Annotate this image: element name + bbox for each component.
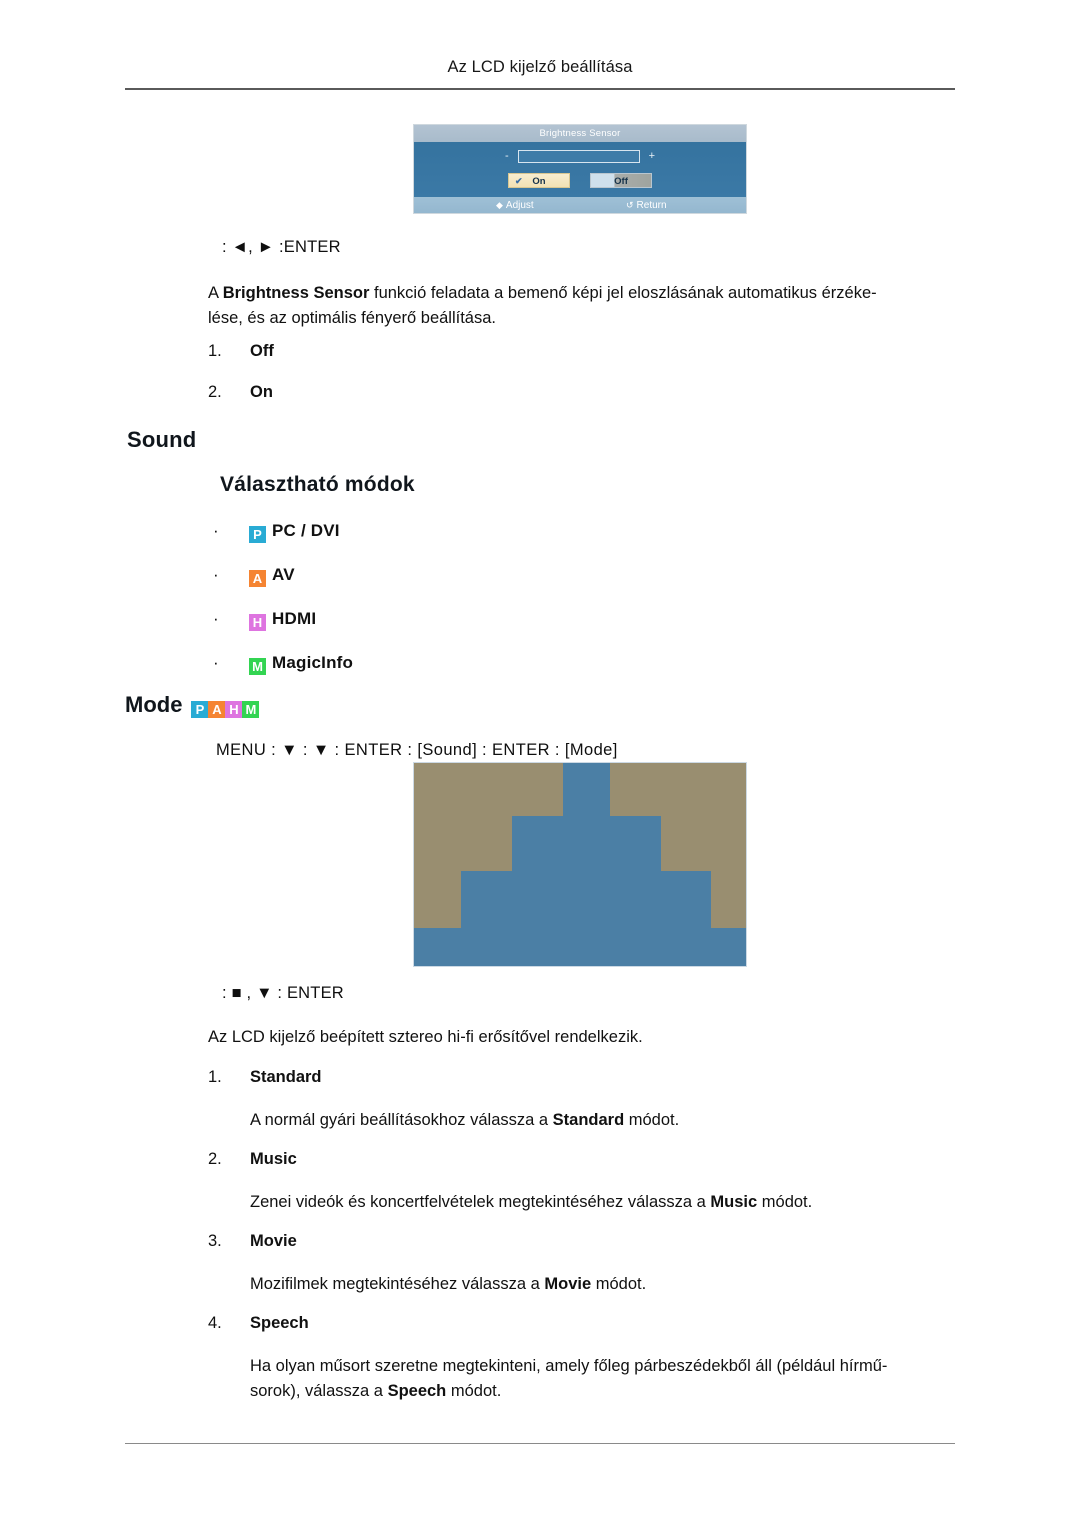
figure-block-mid <box>461 871 711 928</box>
pc-dvi-badge-icon: P <box>191 701 209 718</box>
sound-mode-item-3-num: 3. <box>208 1232 222 1250</box>
check-icon: ✔ <box>515 176 523 186</box>
osd-footer-return: ↺ Return <box>626 197 667 214</box>
osd-slider-track[interactable] <box>517 150 640 163</box>
sound-mode-desc-4-line1: Ha olyan műsort szeretne megtekinteni, a… <box>250 1357 888 1375</box>
mode-heading-label: Mode <box>125 692 183 717</box>
osd-button-row: ✔ On Off <box>414 173 746 188</box>
mode-label-magicinfo: MagicInfo <box>272 653 354 672</box>
brightness-option-2-num: 2. <box>208 383 222 401</box>
osd-brightness-sensor: Brightness Sensor - + ✔ On Off ◆ Adjust … <box>413 124 747 214</box>
magicinfo-badge-icon: M <box>249 658 266 675</box>
osd-off-button[interactable]: Off <box>590 173 652 188</box>
sound-mode-item-4-num: 4. <box>208 1314 222 1332</box>
section-heading-sound: Sound <box>127 427 197 452</box>
osd-body: - + ✔ On Off <box>414 142 746 197</box>
figure-block-base <box>414 928 746 966</box>
av-badge-icon: A <box>208 701 226 718</box>
sound-mode-item-2-num: 2. <box>208 1150 222 1168</box>
section-heading-mode: Mode P A H M <box>125 692 260 718</box>
bullet-icon: · <box>213 565 219 584</box>
brightness-option-1: 1. Off <box>208 342 274 361</box>
sound-mode-item-1-title: Standard <box>250 1068 322 1086</box>
sound-mode-item-4-title: Speech <box>250 1314 309 1332</box>
mode-label-pc-dvi: PC / DVI <box>272 521 340 540</box>
plus-icon: + <box>648 150 656 162</box>
minus-icon: - <box>504 150 509 162</box>
mode-item-hdmi: · H HDMI <box>213 609 316 631</box>
sound-mode-item-1-num: 1. <box>208 1068 222 1086</box>
sound-mode-desc-3-post: módot. <box>591 1275 647 1293</box>
sound-mode-desc-1-pre: A normál gyári beállításokhoz válassza a <box>250 1111 553 1129</box>
osd-footer-adjust-label: Adjust <box>505 200 534 211</box>
mode-item-pc-dvi: · P PC / DVI <box>213 521 340 543</box>
document-page: Az LCD kijelző beállítása Brightness Sen… <box>0 0 1080 1527</box>
brightness-option-1-label: Off <box>250 342 274 360</box>
bullet-icon: · <box>213 521 219 540</box>
sound-mode-desc-2: Zenei videók és koncertfelvételek megtek… <box>250 1190 812 1215</box>
sound-mode-desc-4: Ha olyan műsort szeretne megtekinteni, a… <box>250 1354 950 1404</box>
footer-divider <box>125 1443 955 1444</box>
sound-mode-desc-2-post: módot. <box>757 1193 813 1211</box>
brightness-desc-mid: funkció feladata a bemenő képi jel elosz… <box>369 284 877 302</box>
sound-mode-item-4: 4. Speech <box>208 1314 309 1333</box>
hdmi-badge-icon: H <box>225 701 243 718</box>
sound-mode-desc-3-bold: Movie <box>544 1275 592 1293</box>
osd-sound-mode-figure <box>413 762 747 967</box>
osd-footer-adjust: ◆ Adjust <box>496 197 534 214</box>
header-divider <box>125 88 955 90</box>
adjust-arrows-icon: ◆ <box>496 200 503 210</box>
mode-item-av: · A AV <box>213 565 295 587</box>
brightness-nav-line: : ◄, ► :ENTER <box>222 238 341 256</box>
brightness-description: A Brightness Sensor funkció feladata a b… <box>208 281 948 331</box>
osd-slider-row: - + <box>414 150 746 163</box>
osd-footer-return-label: Return <box>636 200 667 211</box>
mode-nav-line: : ■ , ▼ : ENTER <box>222 984 344 1002</box>
mode-label-av: AV <box>272 565 295 584</box>
sound-mode-desc-2-pre: Zenei videók és koncertfelvételek megtek… <box>250 1193 711 1211</box>
sound-mode-desc-1-post: módot. <box>624 1111 680 1129</box>
sound-mode-desc-4-post: módot. <box>446 1382 502 1400</box>
osd-title: Brightness Sensor <box>414 125 746 142</box>
sound-mode-desc-4-bold: Speech <box>387 1382 447 1400</box>
subheading-selectable-modes: Választható módok <box>220 473 415 496</box>
sound-mode-item-3: 3. Movie <box>208 1232 297 1251</box>
brightness-desc-line3: lése, és az optimális fényerő beállítása… <box>208 309 496 327</box>
bullet-icon: · <box>213 609 219 628</box>
sound-mode-desc-3-pre: Mozifilmek megtekintéséhez válassza a <box>250 1275 545 1293</box>
mode-label-hdmi: HDMI <box>272 609 317 628</box>
sound-mode-desc-1: A normál gyári beállításokhoz válassza a… <box>250 1108 679 1133</box>
pc-dvi-badge-icon: P <box>249 526 266 543</box>
sound-mode-item-1: 1. Standard <box>208 1068 322 1087</box>
osd-on-label: On <box>532 176 546 187</box>
brightness-option-2: 2. On <box>208 383 273 402</box>
sound-mode-desc-3: Mozifilmek megtekintéséhez válassza a Mo… <box>250 1272 646 1297</box>
sound-mode-desc-4-line2-pre: sorok), válassza a <box>250 1382 388 1400</box>
bullet-icon: · <box>213 653 219 672</box>
sound-mode-item-2: 2. Music <box>208 1150 297 1169</box>
sound-mode-desc-2-bold: Music <box>710 1193 758 1211</box>
av-badge-icon: A <box>249 570 266 587</box>
mode-menu-path: MENU : ▼ : ▼ : ENTER : [Sound] : ENTER :… <box>216 741 618 759</box>
page-header-title: Az LCD kijelző beállítása <box>447 58 633 76</box>
magicinfo-badge-icon: M <box>242 701 260 718</box>
mode-intro-text: Az LCD kijelző beépített sztereo hi-fi e… <box>208 1028 643 1046</box>
sound-mode-item-2-title: Music <box>250 1150 297 1168</box>
brightness-desc-bold: Brightness Sensor <box>222 284 370 302</box>
figure-block-top <box>563 763 610 816</box>
sound-mode-item-3-title: Movie <box>250 1232 297 1250</box>
figure-block-upper <box>512 816 661 871</box>
osd-on-button[interactable]: ✔ On <box>508 173 570 188</box>
osd-footer: ◆ Adjust ↺ Return <box>414 197 746 213</box>
mode-item-magicinfo: · M MagicInfo <box>213 653 353 675</box>
osd-off-label: Off <box>614 176 628 187</box>
sound-mode-desc-1-bold: Standard <box>552 1111 625 1129</box>
brightness-desc-pre: A <box>208 284 223 302</box>
hdmi-badge-icon: H <box>249 614 266 631</box>
brightness-option-2-label: On <box>250 383 273 401</box>
brightness-option-1-num: 1. <box>208 342 222 360</box>
return-arrow-icon: ↺ <box>626 200 634 210</box>
